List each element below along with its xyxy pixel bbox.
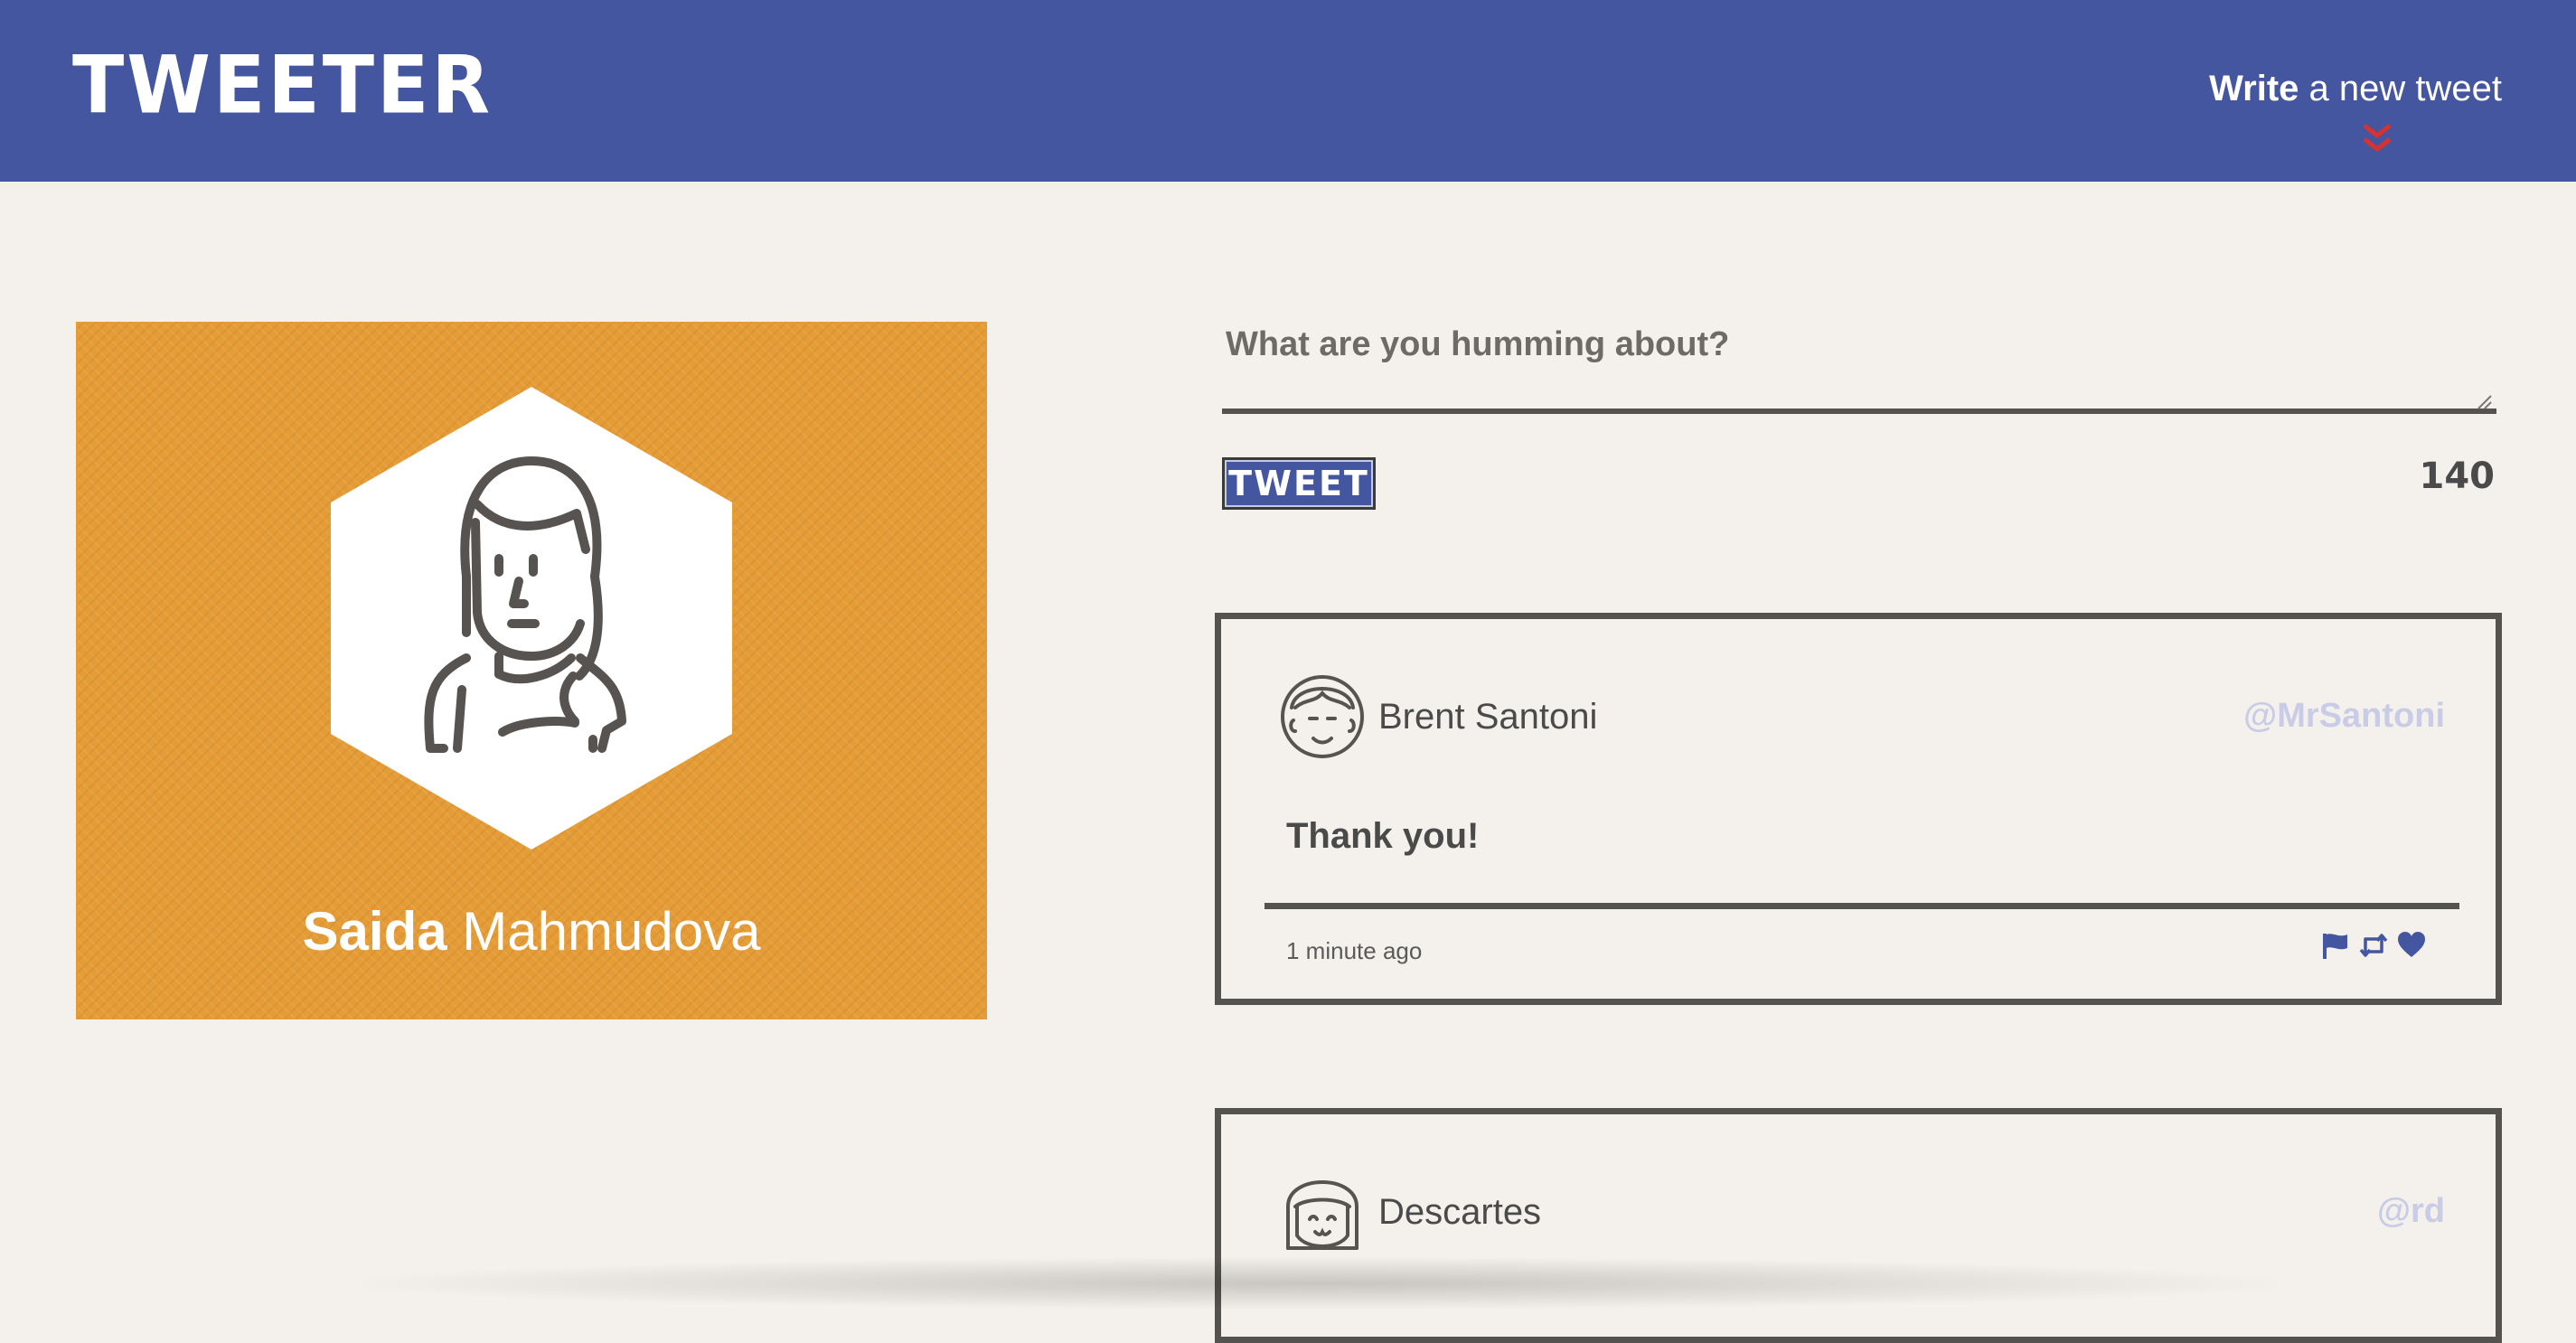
tweet-author-name[interactable]: Brent Santoni: [1378, 697, 1597, 737]
compose-label-bold: Write: [2209, 69, 2299, 108]
scroll-shadow: [325, 1256, 2314, 1310]
girl-avatar-icon: [1286, 1180, 1359, 1250]
tweet-content: Thank you!: [1286, 816, 1480, 856]
profile-last-name: Mahmudova: [447, 901, 761, 962]
profile-first-name: Saida: [302, 901, 447, 962]
top-nav: TWEETER Write a new tweet: [0, 0, 2576, 182]
profile-name: Saida Mahmudova: [76, 900, 987, 963]
double-chevron-down-icon[interactable]: [2361, 123, 2393, 154]
tweet-submit-button[interactable]: TWEET: [1222, 457, 1376, 510]
compose-label-rest: a new tweet: [2299, 69, 2502, 108]
profile-card: Saida Mahmudova: [76, 322, 987, 1019]
tweet-card: Brent Santoni @MrSantoni Thank you! 1 mi…: [1215, 613, 2502, 1005]
tweet-author-handle[interactable]: @rd: [2377, 1192, 2445, 1231]
woman-avatar-icon: [331, 387, 732, 850]
tweet-author-name[interactable]: Descartes: [1378, 1192, 1541, 1233]
tweet-divider: [1264, 903, 2459, 909]
brand-logo[interactable]: TWEETER: [72, 45, 493, 125]
write-new-tweet-toggle[interactable]: Write a new tweet: [2209, 69, 2502, 109]
tweet-input[interactable]: [1222, 320, 2496, 414]
tweet-timestamp: 1 minute ago: [1286, 937, 1423, 964]
resize-grip-icon[interactable]: [2477, 394, 2493, 410]
heart-icon[interactable]: [2396, 930, 2427, 961]
tweet-actions: [2320, 930, 2427, 961]
retweet-icon[interactable]: [2358, 930, 2389, 961]
character-counter: 140: [2419, 455, 2496, 497]
flag-icon[interactable]: [2320, 930, 2351, 961]
man-avatar-icon: [1281, 675, 1364, 758]
tweet-author-handle[interactable]: @MrSantoni: [2243, 697, 2445, 736]
